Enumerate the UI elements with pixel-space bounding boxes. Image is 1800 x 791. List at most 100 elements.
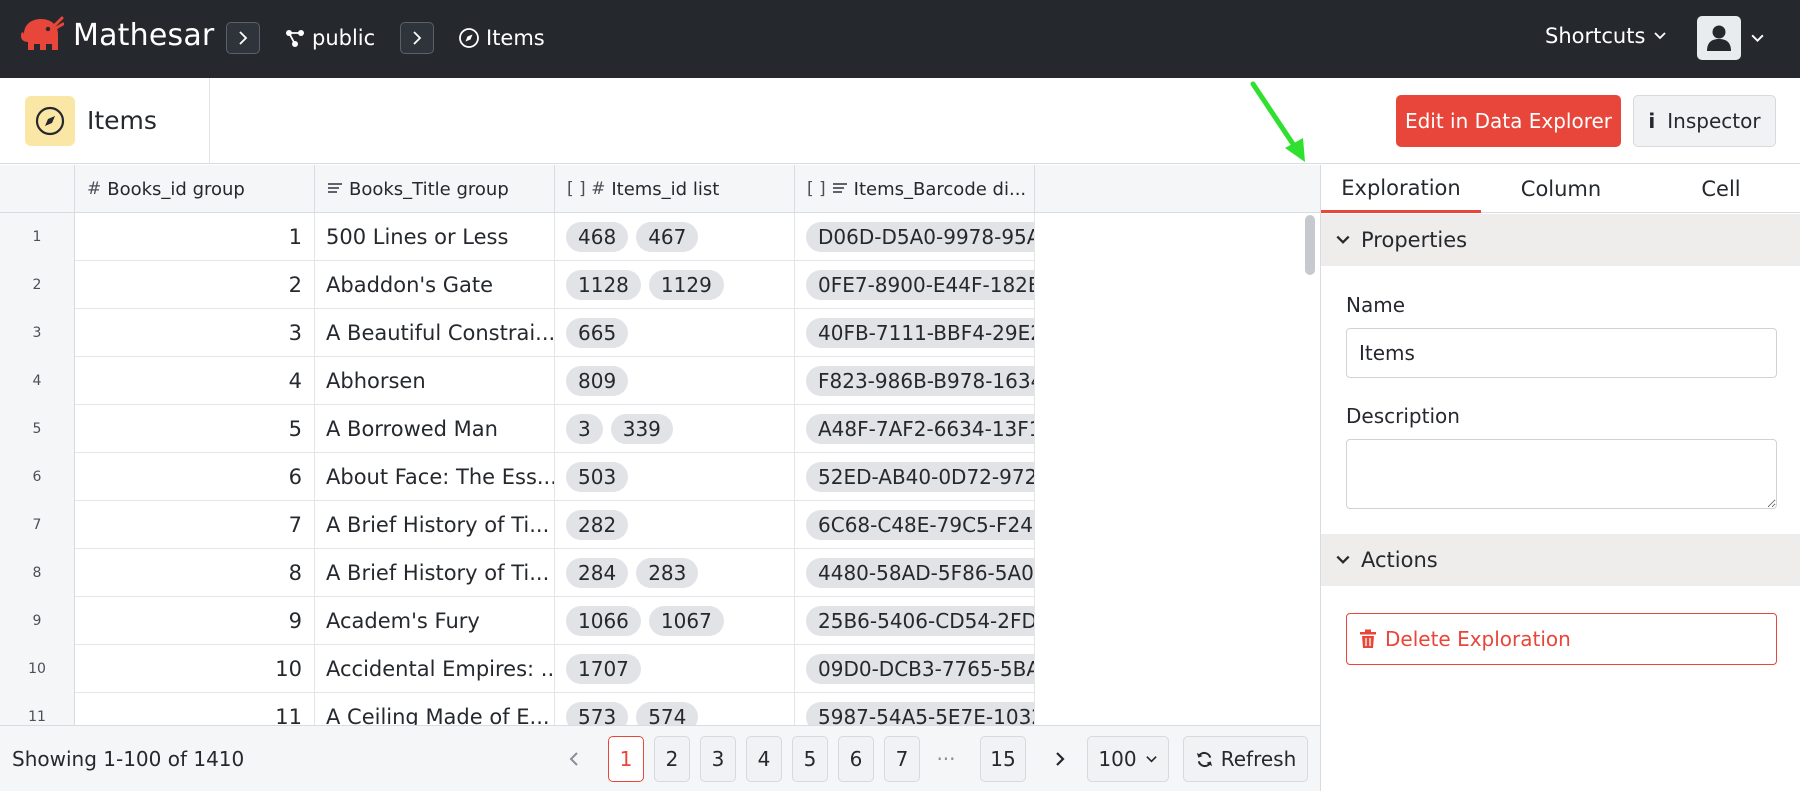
barcode-pill: F823-986B-B978-1634 xyxy=(806,366,1034,396)
cell-items-id-list[interactable]: 468 467 xyxy=(555,213,795,261)
cell-items-barcode[interactable]: F823-986B-B978-1634 xyxy=(795,357,1035,405)
cell-items-id-list[interactable]: 3 339 xyxy=(555,405,795,453)
page-button-2[interactable]: 2 xyxy=(654,736,690,782)
breadcrumb-schema[interactable]: public xyxy=(284,24,375,52)
cell-items-barcode[interactable]: 4480-58AD-5F86-5A08 xyxy=(795,549,1035,597)
row-number[interactable]: 10 xyxy=(0,645,75,693)
row-number[interactable]: 5 xyxy=(0,405,75,453)
list-item-pill: 1707 xyxy=(566,654,641,684)
cell-books-id[interactable]: 8 xyxy=(75,549,315,597)
row-number[interactable]: 3 xyxy=(0,309,75,357)
top-navigation-bar: Mathesar public Items Shortcuts xyxy=(0,0,1800,78)
cell-books-title[interactable]: 500 Lines or Less xyxy=(315,213,555,261)
cell-items-barcode[interactable]: 5987-54A5-5E7E-1032 xyxy=(795,693,1035,725)
cell-items-id-list[interactable]: 665 xyxy=(555,309,795,357)
cell-books-id[interactable]: 6 xyxy=(75,453,315,501)
cell-books-title[interactable]: About Face: The Ess... xyxy=(315,453,555,501)
cell-books-title[interactable]: Academ's Fury xyxy=(315,597,555,645)
row-number[interactable]: 11 xyxy=(0,693,75,725)
cell-items-id-list[interactable]: 503 xyxy=(555,453,795,501)
cell-items-id-list[interactable]: 1128 1129 xyxy=(555,261,795,309)
cell-books-title[interactable]: Abhorsen xyxy=(315,357,555,405)
cell-books-id[interactable]: 7 xyxy=(75,501,315,549)
column-header-books-id[interactable]: # Books_id group xyxy=(75,165,315,213)
row-number[interactable]: 4 xyxy=(0,357,75,405)
cell-items-barcode[interactable]: 6C68-C48E-79C5-F240 xyxy=(795,501,1035,549)
cell-items-barcode[interactable]: 52ED-AB40-0D72-9724 xyxy=(795,453,1035,501)
page-button-3[interactable]: 3 xyxy=(700,736,736,782)
cell-books-title[interactable]: A Borrowed Man xyxy=(315,405,555,453)
cell-items-barcode[interactable]: 25B6-5406-CD54-2FD8 xyxy=(795,597,1035,645)
cell-books-title[interactable]: A Beautiful Constrai... xyxy=(315,309,555,357)
cell-books-title[interactable]: A Brief History of Ti... xyxy=(315,549,555,597)
cell-books-id[interactable]: 1 xyxy=(75,213,315,261)
cell-books-id[interactable]: 11 xyxy=(75,693,315,725)
column-header-books-title[interactable]: Books_Title group xyxy=(315,165,555,213)
cell-books-id[interactable]: 2 xyxy=(75,261,315,309)
barcode-pill: 40FB-7111-BBF4-29E2 xyxy=(806,318,1034,348)
row-number[interactable]: 8 xyxy=(0,549,75,597)
cell-books-title[interactable]: A Ceiling Made of E... xyxy=(315,693,555,725)
user-menu-button[interactable] xyxy=(1697,16,1741,60)
breadcrumb-separator[interactable] xyxy=(226,22,260,54)
cell-items-barcode[interactable]: A48F-7AF2-6634-13F1 xyxy=(795,405,1035,453)
cell-items-barcode[interactable]: D06D-D5A0-9978-95A9 xyxy=(795,213,1035,261)
list-item-pill: 467 xyxy=(636,222,699,252)
name-input[interactable] xyxy=(1346,328,1777,378)
delete-exploration-button[interactable]: Delete Exploration xyxy=(1346,613,1777,665)
cell-books-id[interactable]: 5 xyxy=(75,405,315,453)
cell-items-id-list[interactable]: 282 xyxy=(555,501,795,549)
properties-section-header[interactable]: Properties xyxy=(1321,214,1800,266)
page-button-5[interactable]: 5 xyxy=(792,736,828,782)
page-button-7[interactable]: 7 xyxy=(884,736,920,782)
app-name[interactable]: Mathesar xyxy=(73,18,214,53)
cell-items-id-list[interactable]: 1066 1067 xyxy=(555,597,795,645)
breadcrumb-exploration[interactable]: Items xyxy=(458,24,545,52)
row-number[interactable]: 7 xyxy=(0,501,75,549)
column-header-items-barcode[interactable]: [ ] Items_Barcode di... xyxy=(795,165,1035,213)
mathesar-logo-icon[interactable] xyxy=(18,14,64,60)
inspector-toggle-button[interactable]: i Inspector xyxy=(1633,95,1776,147)
cell-items-id-list[interactable]: 284 283 xyxy=(555,549,795,597)
row-number[interactable]: 9 xyxy=(0,597,75,645)
annotation-arrow-icon xyxy=(1250,81,1305,162)
vertical-scrollbar[interactable] xyxy=(1305,215,1315,275)
cell-items-barcode[interactable]: 0FE7-8900-E44F-182B xyxy=(795,261,1035,309)
edit-in-data-explorer-button[interactable]: Edit in Data Explorer xyxy=(1396,95,1621,147)
page-size-select[interactable]: 100 xyxy=(1087,736,1169,782)
column-header-items-id[interactable]: [ ] # Items_id list xyxy=(555,165,795,213)
refresh-button[interactable]: Refresh xyxy=(1183,736,1308,782)
cell-books-title[interactable]: Accidental Empires: ... xyxy=(315,645,555,693)
tab-cell[interactable]: Cell xyxy=(1641,165,1800,213)
delete-exploration-label: Delete Exploration xyxy=(1385,627,1571,651)
next-page-button[interactable] xyxy=(1042,736,1078,782)
description-textarea[interactable] xyxy=(1346,439,1777,509)
page-button-4[interactable]: 4 xyxy=(746,736,782,782)
cell-items-id-list[interactable]: 809 xyxy=(555,357,795,405)
cell-books-id[interactable]: 4 xyxy=(75,357,315,405)
refresh-label: Refresh xyxy=(1220,747,1297,771)
table-row: 9 9 Academ's Fury 1066 1067 25B6-5406-CD54-2F… xyxy=(0,597,1035,645)
cell-books-id[interactable]: 3 xyxy=(75,309,315,357)
cell-books-id[interactable]: 10 xyxy=(75,645,315,693)
chevron-down-icon[interactable] xyxy=(1750,31,1765,46)
cell-items-barcode[interactable]: 09D0-DCB3-7765-5BAA xyxy=(795,645,1035,693)
shortcuts-menu[interactable]: Shortcuts xyxy=(1545,24,1667,48)
row-number[interactable]: 1 xyxy=(0,213,75,261)
page-button-6[interactable]: 6 xyxy=(838,736,874,782)
page-button-1[interactable]: 1 xyxy=(608,736,644,782)
previous-page-button[interactable] xyxy=(556,736,592,782)
cell-items-id-list[interactable]: 573 574 xyxy=(555,693,795,725)
tab-column[interactable]: Column xyxy=(1481,165,1641,213)
cell-books-title[interactable]: A Brief History of Ti... xyxy=(315,501,555,549)
cell-books-id[interactable]: 9 xyxy=(75,597,315,645)
row-number[interactable]: 6 xyxy=(0,453,75,501)
tab-exploration[interactable]: Exploration xyxy=(1321,165,1481,213)
cell-books-title[interactable]: Abaddon's Gate xyxy=(315,261,555,309)
breadcrumb-separator[interactable] xyxy=(400,22,434,54)
actions-section-header[interactable]: Actions xyxy=(1321,534,1800,586)
cell-items-id-list[interactable]: 1707 xyxy=(555,645,795,693)
page-button-last[interactable]: 15 xyxy=(980,736,1026,782)
row-number[interactable]: 2 xyxy=(0,261,75,309)
cell-items-barcode[interactable]: 40FB-7111-BBF4-29E2 xyxy=(795,309,1035,357)
